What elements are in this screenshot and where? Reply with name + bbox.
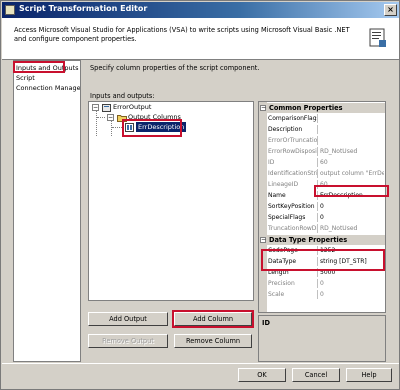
- property-name: DataType: [268, 257, 318, 266]
- nav-item-connection-managers[interactable]: Connection Managers: [16, 83, 80, 93]
- property-value[interactable]: string [DT_STR]: [320, 257, 384, 266]
- property-row[interactable]: ErrorRowDisposition RD_NotUsed: [259, 147, 385, 156]
- property-description-pane: ID: [258, 315, 386, 362]
- property-value[interactable]: RD_NotUsed: [320, 147, 384, 156]
- collapse-icon[interactable]: −: [260, 105, 266, 111]
- folder-icon: [117, 115, 127, 122]
- category-data-type-properties[interactable]: − Data Type Properties: [259, 235, 385, 245]
- add-column-button[interactable]: Add Column: [174, 312, 252, 326]
- category-title: Data Type Properties: [269, 236, 348, 244]
- property-row[interactable]: Length 5000: [259, 268, 385, 277]
- property-value[interactable]: 1252: [320, 246, 384, 255]
- tree-connector: [96, 108, 97, 136]
- nav-item-script[interactable]: Script: [16, 73, 80, 83]
- property-value[interactable]: [320, 114, 384, 123]
- add-output-label: Add Output: [109, 315, 147, 323]
- inputs-outputs-label: Inputs and outputs:: [90, 92, 155, 100]
- property-row[interactable]: TruncationRowDisp RD_NotUsed: [259, 224, 385, 233]
- property-row[interactable]: ErrorOrTruncation: [259, 136, 385, 145]
- property-name: ComparisonFlags: [268, 114, 318, 123]
- category-common-properties[interactable]: − Common Properties: [259, 103, 385, 113]
- nav-item-inputs-and-outputs[interactable]: Inputs and Outputs: [16, 63, 80, 73]
- property-grid[interactable]: − Common Properties ComparisonFlags Desc…: [258, 101, 386, 313]
- ok-button[interactable]: OK: [238, 368, 286, 382]
- property-name: IdentificationString: [268, 169, 318, 178]
- property-row[interactable]: SortKeyPosition 0: [259, 202, 385, 211]
- property-name: SortKeyPosition: [268, 202, 318, 211]
- property-value[interactable]: 0: [320, 290, 384, 299]
- add-column-label: Add Column: [192, 315, 234, 323]
- property-name: Name: [268, 191, 318, 200]
- help-label: Help: [361, 371, 377, 379]
- header-description: Access Microsoft Visual Studio for Appli…: [14, 26, 350, 43]
- property-row[interactable]: LineageID 60: [259, 180, 385, 189]
- ok-label: OK: [257, 371, 267, 379]
- app-icon: [5, 5, 15, 15]
- collapse-icon[interactable]: −: [260, 237, 266, 243]
- property-value[interactable]: 60: [320, 180, 384, 189]
- property-name: Precision: [268, 279, 318, 288]
- cancel-label: Cancel: [304, 371, 328, 379]
- property-row[interactable]: Scale 0: [259, 290, 385, 299]
- property-row[interactable]: IdentificationString output column "ErrD…: [259, 169, 385, 178]
- tree-connector: [97, 117, 105, 118]
- tree-expander-output-columns[interactable]: −: [107, 114, 114, 121]
- footer-divider: [2, 363, 399, 364]
- property-value[interactable]: 60: [320, 158, 384, 167]
- property-row[interactable]: Precision 0: [259, 279, 385, 288]
- output-icon: [102, 104, 111, 112]
- property-value[interactable]: [320, 136, 384, 145]
- script-component-icon: [369, 28, 386, 47]
- property-value[interactable]: 0: [320, 202, 384, 211]
- property-value[interactable]: [320, 125, 384, 134]
- page-subtitle: Specify column properties of the script …: [90, 64, 260, 72]
- property-row[interactable]: DataType string [DT_STR]: [259, 257, 385, 266]
- remove-column-button[interactable]: Remove Column: [174, 334, 252, 348]
- close-button[interactable]: ×: [384, 4, 397, 16]
- property-name: ErrorRowDisposition: [268, 147, 318, 156]
- tree-node-output-columns[interactable]: Output Columns: [128, 112, 181, 122]
- remove-output-label: Remove Output: [102, 337, 154, 345]
- tree-expander-erroroutput[interactable]: −: [92, 104, 99, 111]
- column-icon: [125, 123, 134, 132]
- property-name: LineageID: [268, 180, 318, 189]
- remove-column-label: Remove Column: [185, 337, 241, 345]
- property-name: Scale: [268, 290, 318, 299]
- property-name: Description: [268, 125, 318, 134]
- property-row[interactable]: SpecialFlags 0: [259, 213, 385, 222]
- property-row[interactable]: CodePage 1252: [259, 246, 385, 255]
- property-value[interactable]: output column "ErrDesc: [320, 169, 384, 178]
- property-name: ID: [268, 158, 318, 167]
- property-description-title: ID: [262, 319, 270, 327]
- property-value[interactable]: RD_NotUsed: [320, 224, 384, 233]
- tree-node-errdescription[interactable]: ErrDescription: [136, 122, 187, 132]
- property-name: SpecialFlags: [268, 213, 318, 222]
- property-value[interactable]: 0: [320, 279, 384, 288]
- window-title: Script Transformation Editor: [19, 4, 148, 13]
- header-panel: Access Microsoft Visual Studio for Appli…: [2, 18, 399, 60]
- property-row[interactable]: Name ErrDescription: [259, 191, 385, 200]
- property-row[interactable]: ID 60: [259, 158, 385, 167]
- script-transformation-editor-window: Script Transformation Editor × Access Mi…: [0, 0, 400, 390]
- property-value[interactable]: ErrDescription: [320, 191, 384, 200]
- remove-output-button[interactable]: Remove Output: [88, 334, 168, 348]
- property-row[interactable]: ComparisonFlags: [259, 114, 385, 123]
- category-title: Common Properties: [269, 104, 343, 112]
- help-button[interactable]: Help: [346, 368, 392, 382]
- page-navigation-list: Inputs and Outputs Script Connection Man…: [13, 60, 81, 362]
- property-name: TruncationRowDisp: [268, 224, 318, 233]
- tree-connector: [112, 127, 124, 128]
- add-output-button[interactable]: Add Output: [88, 312, 168, 326]
- property-value[interactable]: 0: [320, 213, 384, 222]
- property-name: ErrorOrTruncation: [268, 136, 318, 145]
- property-row[interactable]: Description: [259, 125, 385, 134]
- property-name: Length: [268, 268, 318, 277]
- property-value[interactable]: 5000: [320, 268, 384, 277]
- inputs-outputs-tree[interactable]: − ErrorOutput − Output Columns ErrDescri…: [88, 101, 254, 301]
- property-name: CodePage: [268, 246, 318, 255]
- tree-node-erroroutput[interactable]: ErrorOutput: [113, 102, 151, 112]
- title-bar[interactable]: Script Transformation Editor ×: [2, 2, 399, 18]
- cancel-button[interactable]: Cancel: [292, 368, 340, 382]
